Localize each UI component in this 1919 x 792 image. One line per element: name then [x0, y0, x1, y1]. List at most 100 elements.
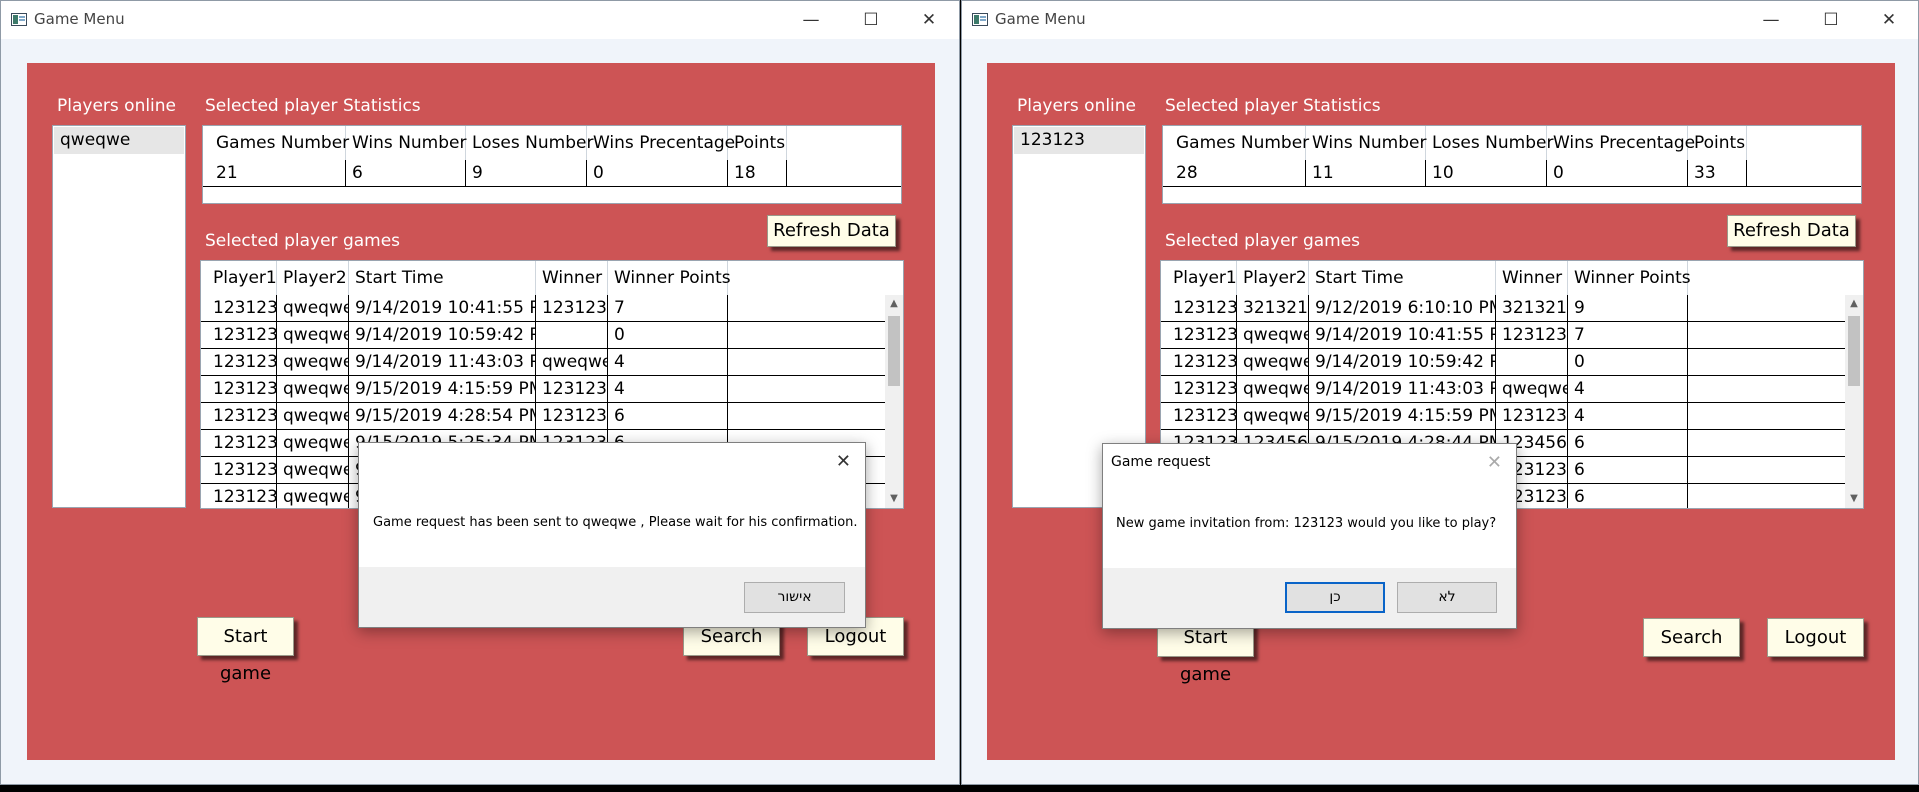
table-cell: 123123 [207, 322, 277, 348]
app-icon [972, 13, 988, 26]
table-cell: 123123 [1167, 322, 1237, 348]
stats-header-points[interactable]: Points [728, 126, 787, 160]
stats-header-loses[interactable]: Loses Number [1426, 126, 1553, 160]
scroll-down-icon[interactable]: ▼ [1845, 490, 1863, 508]
table-cell: 9/14/2019 10:41:55 PM [349, 295, 536, 321]
stats-header-wins[interactable]: Wins Number [1306, 126, 1426, 160]
games-header-winner-points[interactable]: Winner Points [608, 261, 731, 295]
refresh-data-button[interactable]: Refresh Data [1727, 215, 1856, 247]
games-scrollbar[interactable]: ▲ ▼ [885, 295, 903, 508]
table-cell: qweqwe [277, 403, 349, 429]
window-title: Game Menu [995, 10, 1086, 28]
table-cell: 9/14/2019 10:59:42 PM [1309, 349, 1496, 375]
table-cell: 123123 [1167, 295, 1237, 321]
stats-header-points[interactable]: Points [1688, 126, 1747, 160]
players-list[interactable]: qweqwe [52, 125, 186, 508]
stats-row[interactable]: 28 11 10 0 33 [1163, 160, 1861, 187]
table-cell: qweqwe [1496, 376, 1568, 402]
table-cell: 123123 [207, 430, 277, 456]
stats-grid[interactable]: Games Number Wins Number Loses Number Wi… [1162, 125, 1862, 204]
scroll-thumb[interactable] [1848, 316, 1860, 386]
title-bar[interactable]: Game Menu — ☐ ✕ [962, 1, 1918, 39]
minimize-icon[interactable]: — [1749, 5, 1793, 35]
games-header-player1[interactable]: Player1 [207, 261, 277, 295]
stats-header-games[interactable]: Games Number [1170, 126, 1309, 160]
games-header-player2[interactable]: Player2 [277, 261, 349, 295]
stats-header-wins[interactable]: Wins Number [346, 126, 466, 160]
stats-row[interactable]: 21 6 9 0 18 [203, 160, 901, 187]
player-item[interactable]: 123123 [1014, 127, 1144, 154]
game-menu-window-left: Game Menu — ☐ ✕ Players online qweqwe Se… [0, 0, 960, 785]
table-row[interactable]: 123123 qweqwe 9/14/2019 11:43:03 PM qweqwe 4 [1161, 376, 1845, 403]
close-icon[interactable]: ✕ [907, 5, 951, 35]
games-label: Selected player games [1165, 231, 1361, 251]
table-cell: 123123 [207, 484, 277, 508]
table-cell: qweqwe [277, 484, 349, 508]
start-game-button[interactable]: Start game [197, 617, 294, 684]
games-label: Selected player games [205, 231, 401, 251]
stats-header-precentage[interactable]: Wins Precentage [587, 126, 735, 160]
table-row[interactable]: 123123 qweqwe 9/14/2019 11:43:03 PM qweqwe 4 [201, 349, 885, 376]
window-title: Game Menu [34, 10, 125, 28]
scroll-thumb[interactable] [888, 316, 900, 386]
scroll-up-icon[interactable]: ▲ [885, 295, 903, 313]
scroll-up-icon[interactable]: ▲ [1845, 295, 1863, 313]
table-cell: 0 [608, 322, 728, 348]
maximize-icon[interactable]: ☐ [1809, 5, 1853, 35]
table-cell [1496, 349, 1568, 375]
table-row[interactable]: 123123 321321 9/12/2019 6:10:10 PM 321321 9 [1161, 295, 1845, 322]
table-cell: 123123 [1496, 403, 1568, 429]
minimize-icon[interactable]: — [789, 5, 833, 35]
stats-grid[interactable]: Games Number Wins Number Loses Number Wi… [202, 125, 902, 204]
table-row[interactable]: 123123 qweqwe 9/14/2019 10:59:42 PM 0 [1161, 349, 1845, 376]
games-scrollbar[interactable]: ▲ ▼ [1845, 295, 1863, 508]
stats-header-games[interactable]: Games Number [210, 126, 349, 160]
close-icon[interactable]: ✕ [836, 451, 851, 472]
table-cell: qweqwe [1237, 322, 1309, 348]
stats-header-precentage[interactable]: Wins Precentage [1547, 126, 1695, 160]
ok-button[interactable]: אישור [744, 582, 845, 613]
games-header-player2[interactable]: Player2 [1237, 261, 1309, 295]
games-header-start-time[interactable]: Start Time [349, 261, 536, 295]
games-header-winner[interactable]: Winner [1496, 261, 1568, 295]
close-icon[interactable]: ✕ [1487, 452, 1502, 473]
table-cell: 123123 [1167, 349, 1237, 375]
stats-cell: 0 [1547, 160, 1688, 186]
close-icon[interactable]: ✕ [1867, 5, 1911, 35]
games-header-winner[interactable]: Winner [536, 261, 608, 295]
player-item[interactable]: qweqwe [54, 127, 184, 154]
scroll-down-icon[interactable]: ▼ [885, 490, 903, 508]
app-icon [11, 13, 27, 26]
table-cell: 123123 [536, 295, 608, 321]
table-row[interactable]: 123123qweqwe9/15/2019 4:28:54 PM1231236 [201, 403, 885, 430]
search-button[interactable]: Search [1643, 618, 1740, 657]
table-cell: 9/14/2019 11:43:03 PM [1309, 376, 1496, 402]
table-cell: 9/15/2019 4:15:59 PM [349, 376, 536, 402]
table-cell: 6 [608, 403, 728, 429]
table-row[interactable]: 123123 qweqwe 9/14/2019 10:59:42 PM 0 [201, 322, 885, 349]
no-button[interactable]: לא [1397, 582, 1497, 613]
table-row[interactable]: 123123 qweqwe 9/15/2019 4:15:59 PM 123123 4 [1161, 403, 1845, 430]
logout-button[interactable]: Logout [1767, 618, 1864, 657]
table-row[interactable]: 123123 qweqwe 9/14/2019 10:41:55 PM 123123 7 [201, 295, 885, 322]
table-row[interactable]: 123123 qweqwe 9/14/2019 10:41:55 PM 123123 7 [1161, 322, 1845, 349]
title-bar[interactable]: Game Menu — ☐ ✕ [1, 1, 959, 39]
table-cell: qweqwe [536, 349, 608, 375]
game-request-sent-dialog: ✕ Game request has been sent to qweqwe ,… [358, 442, 866, 628]
games-header-start-time[interactable]: Start Time [1309, 261, 1496, 295]
dialog-footer: כן לא [1103, 568, 1516, 628]
maximize-icon[interactable]: ☐ [849, 5, 893, 35]
refresh-data-button[interactable]: Refresh Data [767, 215, 896, 247]
table-cell: 123123 [207, 376, 277, 402]
games-header-winner-points[interactable]: Winner Points [1568, 261, 1691, 295]
stats-header-loses[interactable]: Loses Number [466, 126, 593, 160]
table-cell: 9 [1568, 295, 1688, 321]
table-cell: 321321 [1237, 295, 1309, 321]
games-header-player1[interactable]: Player1 [1167, 261, 1237, 295]
table-row[interactable]: 123123 qweqwe 9/15/2019 4:15:59 PM 123123 4 [201, 376, 885, 403]
game-invitation-dialog: Game request ✕ New game invitation from:… [1102, 443, 1517, 629]
yes-button[interactable]: כן [1285, 582, 1385, 613]
table-cell: 9/15/2019 4:15:59 PM [1309, 403, 1496, 429]
table-cell: 123123 [207, 403, 277, 429]
game-menu-window-right: Game Menu — ☐ ✕ Players online 123123 Se… [961, 0, 1919, 785]
